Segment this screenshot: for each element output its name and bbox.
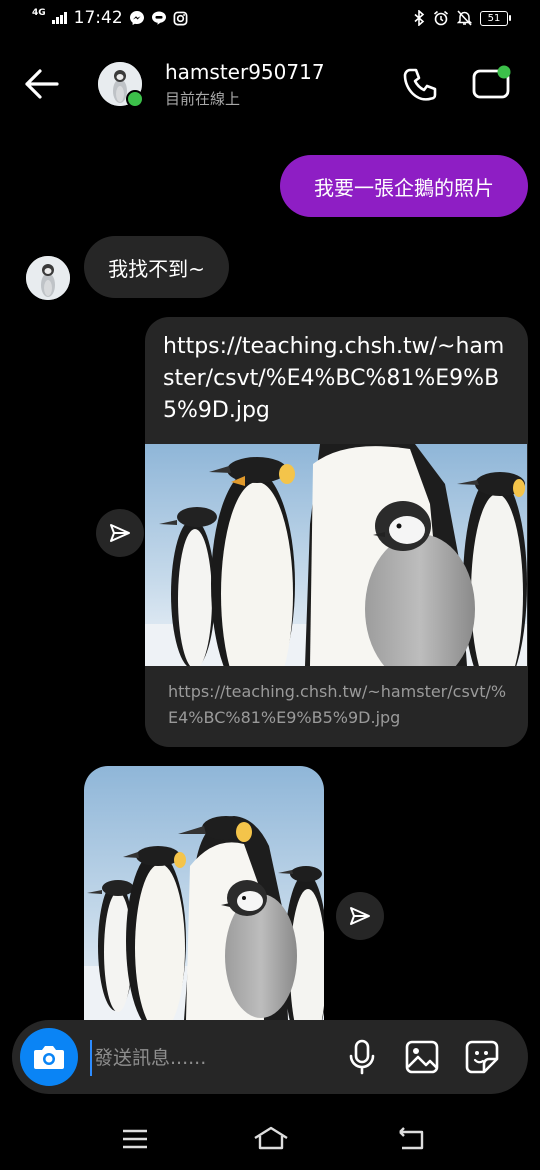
microphone-icon xyxy=(349,1039,375,1075)
audio-call-button[interactable] xyxy=(400,65,440,105)
voice-message-button[interactable] xyxy=(346,1038,378,1076)
video-call-icon xyxy=(472,65,511,99)
signal-icon xyxy=(51,12,68,24)
camera-button[interactable] xyxy=(20,1028,78,1086)
image-message[interactable] xyxy=(84,766,324,1020)
back-button[interactable] xyxy=(20,62,62,106)
gallery-icon xyxy=(405,1040,439,1074)
battery-icon: 51 xyxy=(480,10,511,26)
link-message-card[interactable]: https://teaching.chsh.tw/~hamster/csvt/%… xyxy=(145,317,528,747)
message-input[interactable] xyxy=(90,1040,336,1076)
incoming-message-bubble[interactable]: 我找不到~ xyxy=(84,236,229,298)
contact-username[interactable]: hamster950717 xyxy=(165,60,325,84)
send-icon xyxy=(350,907,370,925)
recent-apps-button[interactable] xyxy=(120,1126,150,1152)
sticker-button[interactable] xyxy=(464,1039,500,1075)
menu-icon xyxy=(123,1129,147,1149)
clock-time: 17:42 xyxy=(73,8,123,28)
message-text: 我要一張企鵝的照片 xyxy=(314,175,494,200)
share-image-button[interactable] xyxy=(336,892,384,940)
send-icon xyxy=(110,524,130,542)
phone-icon xyxy=(403,68,437,101)
sticker-icon xyxy=(465,1040,499,1074)
contact-presence: 目前在線上 xyxy=(165,90,241,108)
back-icon xyxy=(399,1127,424,1150)
instagram-icon xyxy=(173,11,188,26)
outgoing-message-bubble[interactable]: 我要一張企鵝的照片 xyxy=(280,155,528,217)
mute-icon xyxy=(457,10,472,26)
online-indicator xyxy=(126,90,144,108)
network-type: 4G xyxy=(32,7,46,18)
line-icon xyxy=(151,10,167,26)
link-caption-url[interactable]: https://teaching.chsh.tw/~hamster/csvt/%… xyxy=(168,679,513,731)
message-composer xyxy=(12,1020,528,1094)
camera-icon xyxy=(34,1046,64,1069)
message-text: 我找不到~ xyxy=(108,256,205,281)
messenger-icon xyxy=(129,10,145,26)
share-link-button[interactable] xyxy=(96,509,144,557)
sender-avatar[interactable] xyxy=(26,256,70,300)
link-preview-image[interactable] xyxy=(145,444,527,666)
status-bar: 4G 17:42 51 xyxy=(0,0,540,42)
home-icon xyxy=(254,1126,288,1150)
back-arrow-icon xyxy=(25,69,59,99)
home-button[interactable] xyxy=(252,1124,290,1154)
link-url-text[interactable]: https://teaching.chsh.tw/~hamster/csvt/%… xyxy=(163,331,513,427)
gallery-button[interactable] xyxy=(404,1039,440,1075)
alarm-icon xyxy=(433,10,449,26)
system-nav-bar xyxy=(0,1110,540,1170)
back-nav-button[interactable] xyxy=(396,1126,426,1152)
video-call-button[interactable] xyxy=(470,63,516,103)
bluetooth-icon xyxy=(414,10,425,26)
